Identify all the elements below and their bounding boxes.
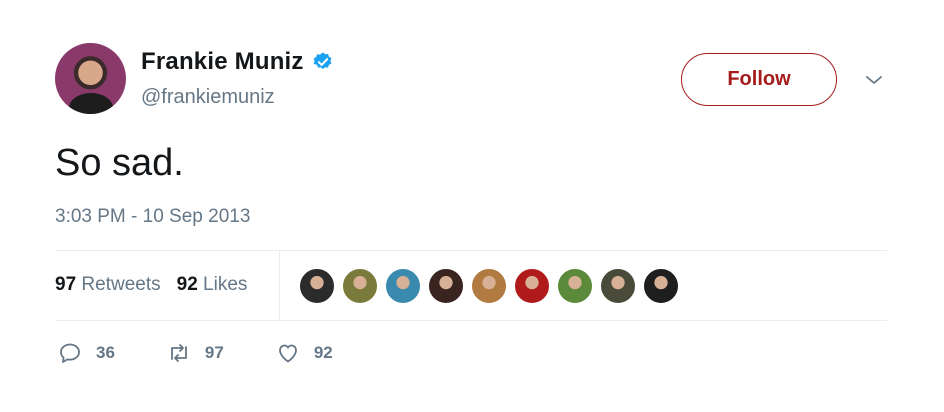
- retweet-count: 97: [204, 343, 224, 362]
- divider-bottom: [55, 320, 887, 321]
- avatar[interactable]: [55, 43, 126, 114]
- liker-avatar[interactable]: [341, 267, 379, 305]
- reply-button[interactable]: 36: [58, 341, 115, 365]
- avatar-shirt: [69, 93, 113, 114]
- reply-count: 36: [96, 343, 115, 362]
- likes-stat-label: Likes: [203, 274, 248, 295]
- liker-avatar[interactable]: [642, 267, 680, 305]
- follow-button[interactable]: Follow: [681, 53, 837, 106]
- tweet-card: Frankie Muniz @frankiemuniz Follow So sa…: [0, 0, 944, 412]
- liker-avatar[interactable]: [470, 267, 508, 305]
- author-display-name[interactable]: Frankie Muniz: [141, 48, 304, 76]
- retweets-stat-label: Retweets: [81, 274, 161, 295]
- liker-avatar[interactable]: [513, 267, 551, 305]
- liker-avatar[interactable]: [384, 267, 422, 305]
- tweet-timestamp[interactable]: 3:03 PM - 10 Sep 2013: [55, 206, 250, 228]
- likes-stat-count: 92: [176, 274, 198, 295]
- retweets-stat-count: 97: [55, 274, 77, 295]
- likes-stat[interactable]: 92 Likes: [177, 274, 248, 296]
- engagement-stats: 97 Retweets 92 Likes: [55, 274, 247, 296]
- like-count: 92: [313, 343, 333, 362]
- author-name-row: Frankie Muniz: [141, 48, 334, 76]
- author-handle[interactable]: @frankiemuniz: [141, 86, 275, 109]
- liker-avatar[interactable]: [599, 267, 637, 305]
- liker-avatar[interactable]: [298, 267, 336, 305]
- heart-icon: [278, 344, 297, 363]
- retweets-stat[interactable]: 97 Retweets: [55, 274, 161, 296]
- divider-top: [55, 250, 887, 251]
- retweet-icon: [171, 344, 187, 362]
- tweet-text: So sad.: [55, 142, 184, 184]
- verified-badge-icon: [313, 52, 332, 70]
- stats-separator: [279, 250, 280, 320]
- retweet-button[interactable]: 97: [167, 341, 224, 365]
- liker-avatars: [298, 267, 685, 305]
- tweet-actions: 36 97 92: [58, 341, 385, 365]
- liker-avatar[interactable]: [427, 267, 465, 305]
- liker-avatar[interactable]: [556, 267, 594, 305]
- chevron-down-icon[interactable]: [864, 70, 884, 90]
- like-button[interactable]: 92: [276, 341, 333, 365]
- reply-icon: [60, 343, 80, 363]
